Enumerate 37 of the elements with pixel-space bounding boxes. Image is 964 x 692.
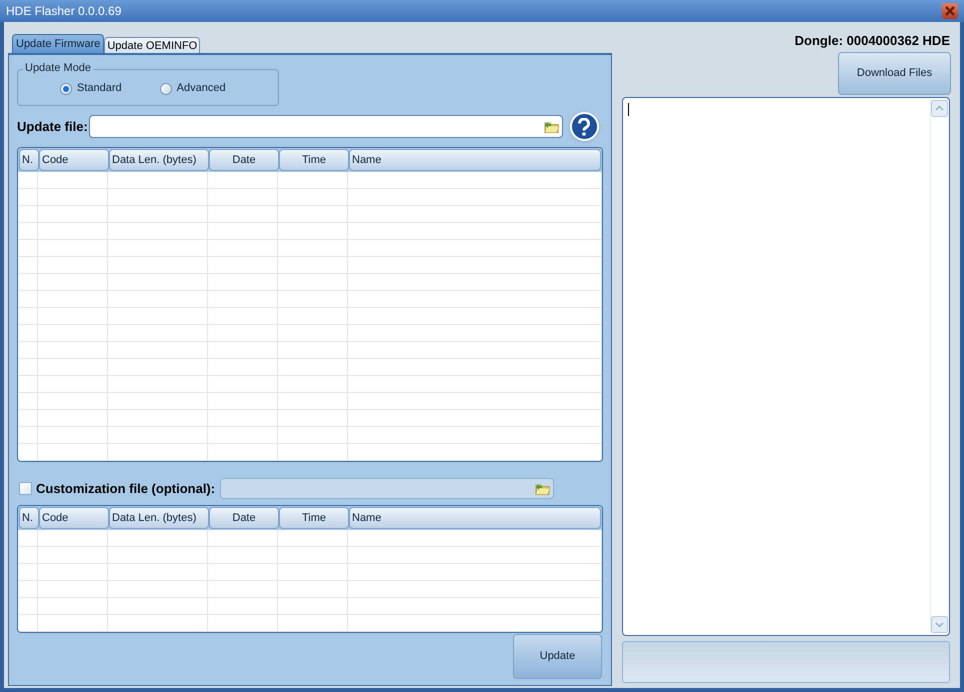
- column-header[interactable]: Date: [209, 507, 279, 529]
- dongle-label: Dongle: 0004000362 HDE: [794, 33, 950, 49]
- column-header[interactable]: Data Len. (bytes): [109, 149, 209, 171]
- column-header[interactable]: Code: [39, 507, 109, 529]
- tab[interactable]: Update OEMINFO: [104, 37, 200, 53]
- radio-option[interactable]: Standard: [60, 80, 122, 97]
- group-title: Update Mode: [23, 62, 94, 75]
- window-title: HDE Flasher 0.0.0.69: [6, 3, 122, 20]
- column-header[interactable]: Time: [279, 507, 349, 529]
- checkbox[interactable]: [19, 482, 32, 495]
- column-header[interactable]: Name: [349, 507, 601, 529]
- text-cursor: [628, 103, 629, 116]
- close-button[interactable]: [942, 3, 958, 19]
- customization-file-field[interactable]: [220, 478, 554, 499]
- update-button[interactable]: Update: [513, 634, 602, 679]
- column-header[interactable]: N.: [19, 149, 39, 171]
- question-mark-icon: [577, 118, 592, 136]
- column-header[interactable]: Name: [349, 149, 601, 171]
- radio-button[interactable]: [160, 82, 172, 94]
- download-files-button[interactable]: Download Files: [838, 52, 951, 95]
- customization-file-label: Customization file (optional):: [36, 480, 216, 498]
- column-header[interactable]: N.: [19, 507, 39, 529]
- scroll-down-icon[interactable]: [931, 616, 948, 633]
- tab[interactable]: Update Firmware: [12, 34, 104, 53]
- update-file-field[interactable]: [88, 115, 563, 138]
- radio-button[interactable]: [60, 82, 72, 94]
- radio-option[interactable]: Advanced: [160, 80, 226, 97]
- column-header[interactable]: Data Len. (bytes): [109, 507, 209, 529]
- column-header[interactable]: Code: [39, 149, 109, 171]
- folder-icon[interactable]: [535, 482, 552, 496]
- scroll-up-icon[interactable]: [931, 100, 948, 117]
- help-button[interactable]: [570, 112, 599, 141]
- update-file-label: Update file:: [17, 118, 88, 136]
- column-header[interactable]: Time: [279, 149, 349, 171]
- column-header[interactable]: Date: [209, 149, 279, 171]
- folder-icon[interactable]: [544, 120, 560, 134]
- close-icon: [945, 6, 955, 16]
